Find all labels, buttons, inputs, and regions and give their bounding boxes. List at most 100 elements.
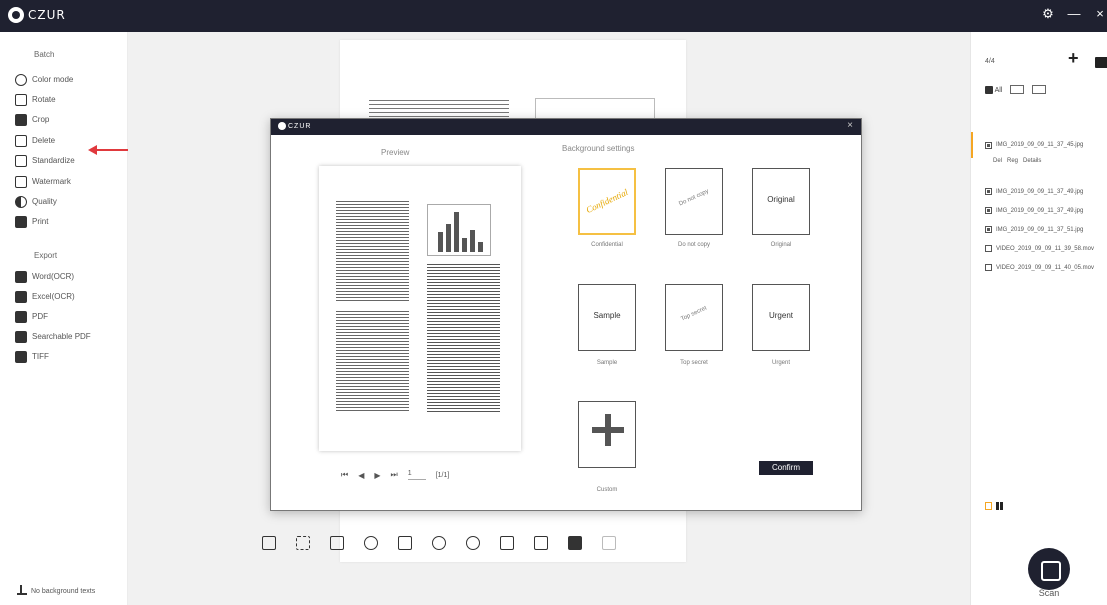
quality-icon	[15, 195, 27, 208]
checkbox-icon[interactable]	[985, 245, 992, 252]
checkbox-icon[interactable]	[985, 226, 992, 233]
rotate-icon	[15, 93, 27, 106]
searchable-pdf-icon	[15, 330, 27, 343]
file-count: 4/4	[985, 58, 995, 65]
first-page-button[interactable]: ⏮	[341, 470, 348, 480]
crop-tool-icon[interactable]	[330, 536, 344, 550]
watermark-dialog: CZUR × Preview Background settings ⏮ ◀ ▶…	[270, 118, 862, 511]
excel-icon	[15, 290, 27, 303]
rotate-tool-icon[interactable]	[364, 536, 378, 550]
plus-icon	[592, 414, 624, 446]
checkbox-all-icon	[985, 85, 993, 94]
watermark-card-original[interactable]: Original	[752, 168, 810, 235]
list-item[interactable]: IMG_2019_09_09_11_37_49.jpg	[971, 182, 1107, 201]
info-tool-icon[interactable]	[262, 536, 276, 550]
page-figure	[535, 98, 655, 120]
preview-text-column	[427, 264, 500, 414]
filter-videos-icon[interactable]	[1032, 85, 1047, 94]
watermark-card-custom[interactable]	[578, 401, 636, 468]
close-window-icon[interactable]: ×	[1093, 6, 1107, 22]
settings-icon[interactable]: ⚙	[1041, 6, 1055, 22]
export-item-tiff[interactable]: TIFF	[15, 349, 49, 364]
upload-icon	[17, 585, 27, 595]
pdf-icon	[15, 310, 27, 323]
watermark-card-confidential[interactable]: Confidential	[578, 168, 636, 235]
view-toggle	[985, 502, 1003, 510]
scan-label: Scan	[1038, 588, 1060, 598]
register-file-link[interactable]: Reg	[1007, 158, 1018, 172]
export-item-excel[interactable]: Excel(OCR)	[15, 289, 75, 304]
sidebar-item-print[interactable]: Print	[15, 214, 48, 229]
no-background-texts-option[interactable]: No background texts	[17, 585, 95, 595]
grid-view-icon[interactable]	[996, 502, 1003, 510]
czur-logo-icon	[8, 7, 24, 23]
select-tool-icon[interactable]	[296, 536, 310, 550]
sidebar-item-quality[interactable]: Quality	[15, 194, 57, 209]
export-item-word[interactable]: Word(OCR)	[15, 269, 74, 284]
czur-logo-icon	[278, 122, 286, 130]
adjust-tool-icon[interactable]	[398, 536, 412, 550]
card-label: Sample	[596, 360, 618, 366]
background-settings-title: Background settings	[562, 144, 635, 153]
checkbox-icon[interactable]	[985, 207, 992, 214]
dialog-close-icon[interactable]: ×	[847, 120, 853, 131]
delete-icon	[15, 134, 27, 147]
list-item[interactable]: IMG_2019_09_09_11_37_51.jpg	[971, 220, 1107, 239]
export-item-pdf[interactable]: PDF	[15, 309, 48, 324]
next-page-button[interactable]: ▶	[374, 471, 380, 480]
palette-icon	[15, 73, 27, 86]
file-actions: Del Reg Details	[971, 158, 1107, 172]
checkbox-icon[interactable]	[985, 264, 992, 271]
page-text-block	[369, 100, 509, 120]
filter-images-icon[interactable]	[1010, 85, 1025, 94]
sidebar-item-rotate[interactable]: Rotate	[15, 92, 56, 107]
prev-page-button[interactable]: ◀	[358, 471, 364, 480]
watermark-card-do-not-copy[interactable]: Do not copy	[665, 168, 723, 235]
export-item-searchable-pdf[interactable]: Searchable PDF	[15, 329, 91, 344]
minimize-icon[interactable]: —	[1067, 6, 1081, 22]
sidebar-item-delete[interactable]: Delete	[15, 133, 55, 148]
list-item[interactable]: IMG_2019_09_09_11_37_49.jpg	[971, 201, 1107, 220]
add-icon[interactable]: +	[1068, 48, 1079, 69]
app-title: CZUR	[28, 8, 66, 22]
word-icon	[15, 270, 27, 283]
list-item[interactable]: VIDEO_2019_09_09_11_40_05.mov	[971, 258, 1107, 277]
undo-tool-icon[interactable]	[466, 536, 480, 550]
sidebar-item-standardize[interactable]: Standardize	[15, 153, 75, 168]
file-list: IMG_2019_09_09_11_37_45.jpg Del Reg Deta…	[971, 132, 1107, 277]
scan-button[interactable]	[1028, 548, 1070, 590]
folder-icon[interactable]	[1095, 57, 1107, 68]
left-sidebar: Batch Color mode Rotate Crop Delete Stan…	[0, 32, 128, 605]
print-tool-icon[interactable]	[500, 536, 514, 550]
confirm-button[interactable]: Confirm	[759, 461, 813, 475]
grid-tool-icon[interactable]	[568, 536, 582, 550]
watermark-card-sample[interactable]: Sample	[578, 284, 636, 351]
ocr-tool-icon[interactable]	[534, 536, 548, 550]
watermark-card-urgent[interactable]: Urgent	[752, 284, 810, 351]
list-item[interactable]: IMG_2019_09_09_11_37_45.jpg	[971, 132, 1107, 158]
preview-pager: ⏮ ◀ ▶ ⏭ 1 [1/1]	[341, 470, 449, 480]
page-total: [1/1]	[435, 471, 450, 479]
checkbox-icon[interactable]	[985, 141, 992, 149]
preview-title: Preview	[381, 148, 410, 157]
sidebar-item-watermark[interactable]: Watermark	[15, 174, 71, 189]
list-view-icon[interactable]	[985, 502, 992, 510]
card-label: Confidential	[591, 242, 623, 248]
list-item[interactable]: VIDEO_2019_09_09_11_39_58.mov	[971, 239, 1107, 258]
delete-file-link[interactable]: Del	[993, 158, 1002, 172]
document-preview	[319, 166, 521, 451]
filter-all[interactable]: All	[985, 85, 1002, 94]
page-number-input[interactable]: 1	[407, 470, 426, 480]
file-filters: All	[985, 85, 1047, 94]
last-page-button[interactable]: ⏭	[391, 470, 398, 480]
watermark-card-top-secret[interactable]: Top secret	[665, 284, 723, 351]
app-logo: CZUR	[8, 7, 66, 23]
color-tool-icon[interactable]	[432, 536, 446, 550]
sidebar-item-crop[interactable]: Crop	[15, 112, 49, 127]
bottom-toolbar	[262, 536, 616, 550]
sidebar-item-color-mode[interactable]: Color mode	[15, 72, 73, 87]
preview-figure	[427, 204, 491, 256]
details-file-link[interactable]: Details	[1023, 158, 1041, 172]
preview-text-column	[336, 311, 409, 411]
checkbox-icon[interactable]	[985, 188, 992, 195]
